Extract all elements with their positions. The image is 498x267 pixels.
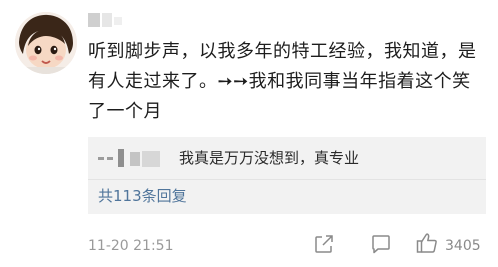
redacted-block <box>114 17 122 25</box>
comment-text: 听到脚步声，以我多年的特工经验，我知道，是有人走过来了。➙➙我和我同事当年指着这… <box>88 41 477 122</box>
username-redacted[interactable] <box>88 11 148 29</box>
share-icon[interactable] <box>313 233 335 255</box>
reply-text: 我真是万万没想到，真专业 <box>179 149 360 167</box>
reply-item[interactable]: 我真是万万没想到，真专业 <box>98 146 478 170</box>
thumbs-up-icon[interactable] <box>415 231 439 255</box>
reply-divider <box>88 179 486 180</box>
comment-icon[interactable] <box>370 233 392 255</box>
redacted-block <box>88 13 100 27</box>
comment-timestamp: 11-20 21:51 <box>88 238 174 254</box>
reply-username-redacted[interactable] <box>98 149 170 167</box>
view-all-replies-link[interactable]: 共113条回复 <box>98 185 187 207</box>
user-avatar[interactable] <box>15 12 77 74</box>
redacted-block <box>102 13 112 27</box>
like-count: 3405 <box>445 238 481 254</box>
reply-preview[interactable]: 我真是万万没想到，真专业 共113条回复 <box>88 137 486 214</box>
